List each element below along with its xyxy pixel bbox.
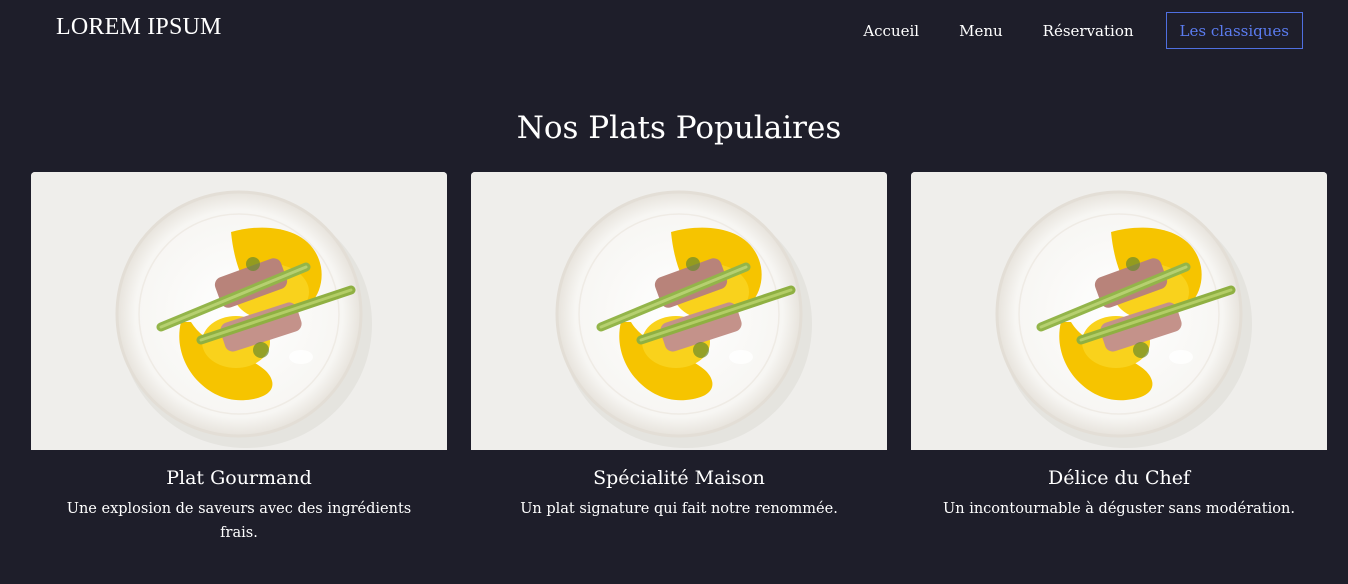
dish-image <box>31 172 447 450</box>
card-description: Un incontournable à déguster sans modéra… <box>943 501 1295 517</box>
card-description: Une explosion de saveurs avec des ingréd… <box>66 501 412 541</box>
les-classiques-button[interactable]: Les classiques <box>1165 12 1303 49</box>
nav-link-accueil[interactable]: Accueil <box>863 22 919 40</box>
dish-image <box>911 172 1327 450</box>
card-title: Plat Gourmand <box>166 467 312 489</box>
main-nav: Accueil Menu Réservation Les classiques <box>863 12 1303 49</box>
nav-link-reservation[interactable]: Réservation <box>1043 22 1134 40</box>
dish-image <box>471 172 887 450</box>
card-title: Spécialité Maison <box>593 467 765 489</box>
dish-card: Plat Gourmand Une explosion de saveurs a… <box>31 172 447 545</box>
card-title: Délice du Chef <box>1047 467 1191 489</box>
card-description: Un plat signature qui fait notre renommé… <box>520 501 838 517</box>
section-title: Nos Plats Populaires <box>516 110 842 146</box>
dish-card: Spécialité Maison Un plat signature qui … <box>471 172 887 521</box>
site-logo[interactable]: LOREM IPSUM <box>56 14 222 41</box>
nav-link-menu[interactable]: Menu <box>959 22 1003 40</box>
dish-card: Délice du Chef Un incontournable à dégus… <box>911 172 1327 521</box>
